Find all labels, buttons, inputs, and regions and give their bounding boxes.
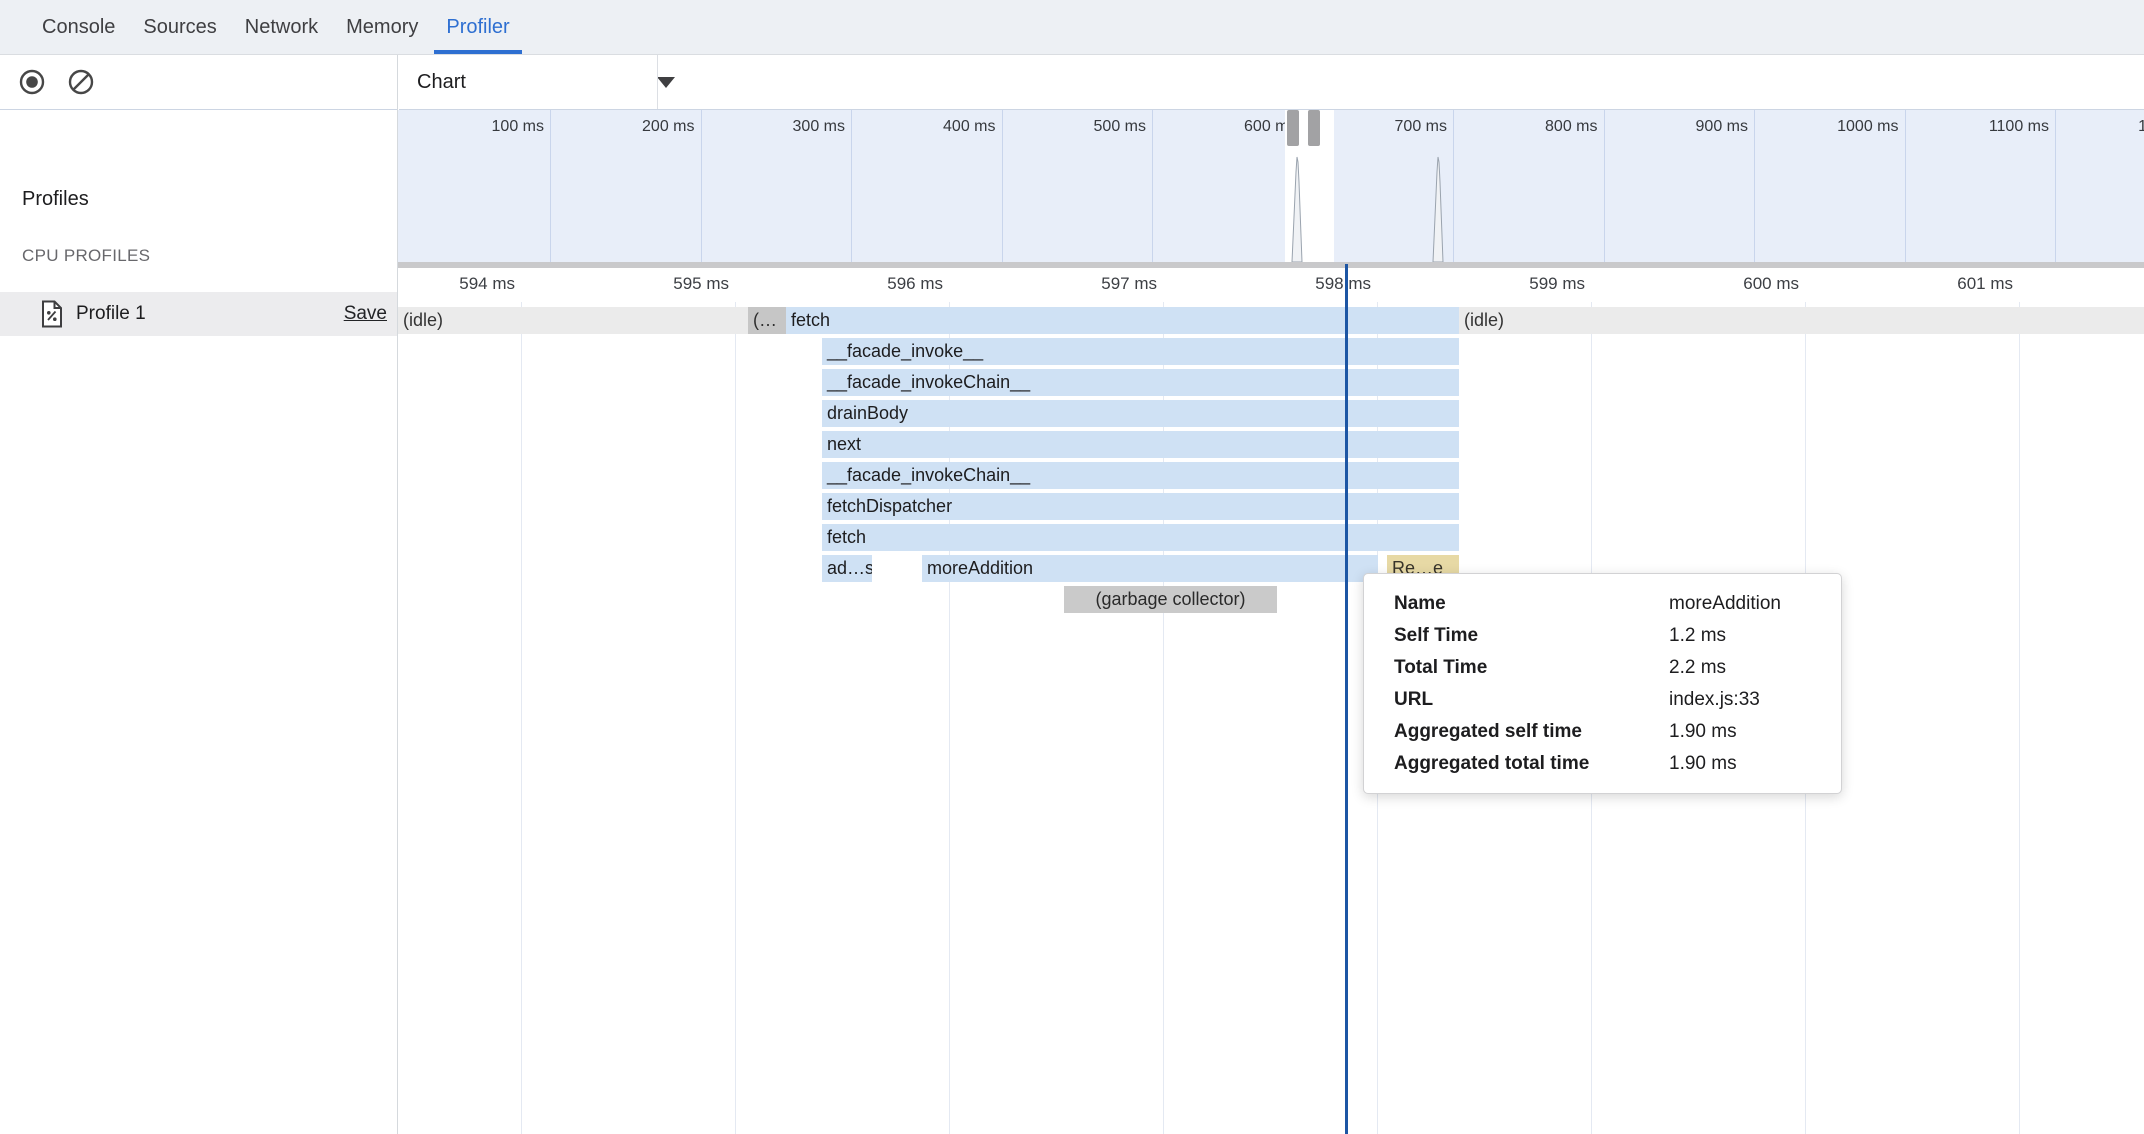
tooltip-row: Self Time1.2 ms bbox=[1394, 620, 1841, 652]
tab-network[interactable]: Network bbox=[231, 0, 332, 54]
chart-toolbar: Chart bbox=[399, 55, 2144, 110]
tooltip-value: 1.90 ms bbox=[1669, 753, 1841, 775]
flame-chart: (idle)(…fetch(idle)__facade_invoke____fa… bbox=[398, 302, 2144, 1134]
chart-view-label: Chart bbox=[417, 71, 466, 94]
flame-bar-next[interactable]: next bbox=[822, 431, 1459, 458]
tooltip-label: URL bbox=[1394, 689, 1669, 711]
chart-view-select[interactable]: Chart bbox=[417, 55, 675, 109]
playhead-line[interactable] bbox=[1345, 264, 1348, 1134]
ruler-tick-label: 599 ms bbox=[1465, 274, 1585, 294]
dropdown-caret-icon bbox=[657, 77, 675, 88]
tab-sources[interactable]: Sources bbox=[129, 0, 230, 54]
flame-bar-seg[interactable]: (… bbox=[748, 307, 786, 334]
flame-gridline bbox=[735, 302, 736, 1134]
detail-ruler: 594 ms 595 ms 596 ms 597 ms 598 ms 599 ms 600 … bbox=[398, 268, 2144, 302]
tooltip-row: Total Time2.2 ms bbox=[1394, 652, 1841, 684]
flame-bar-facade-invoke[interactable]: __facade_invoke__ bbox=[822, 338, 1459, 365]
cpu-spike bbox=[1292, 157, 1302, 262]
tooltip-row: NamemoreAddition bbox=[1394, 588, 1841, 620]
profile-item[interactable]: Profile 1 Save bbox=[0, 292, 397, 336]
flame-bar-facade-invokechain[interactable]: __facade_invokeChain__ bbox=[822, 369, 1459, 396]
ruler-tick-label: 598 ms bbox=[1251, 274, 1371, 294]
flame-bar-fetchdispatcher[interactable]: fetchDispatcher bbox=[822, 493, 1459, 520]
clear-button[interactable] bbox=[67, 68, 95, 96]
profiles-heading: Profiles bbox=[22, 188, 89, 211]
toolbar-divider bbox=[657, 55, 658, 109]
tooltip-label: Aggregated total time bbox=[1394, 753, 1669, 775]
tooltip-row: URLindex.js:33 bbox=[1394, 684, 1841, 716]
tooltip-label: Total Time bbox=[1394, 657, 1669, 679]
flame-bar-drainbody[interactable]: drainBody bbox=[822, 400, 1459, 427]
flame-bar-idle[interactable]: (idle) bbox=[1459, 307, 2144, 334]
profiler-toolbar bbox=[0, 55, 397, 110]
flame-bar-fetch[interactable]: fetch bbox=[822, 524, 1459, 551]
clear-icon bbox=[67, 68, 95, 96]
ruler-tick-label: 600 ms bbox=[1679, 274, 1799, 294]
tooltip-value: moreAddition bbox=[1669, 593, 1841, 615]
ruler-tick-label: 601 ms bbox=[1893, 274, 2013, 294]
ruler-tick-label: 594 ms bbox=[398, 274, 515, 294]
tooltip-value: 1.90 ms bbox=[1669, 721, 1841, 743]
cpu-spike bbox=[1433, 157, 1443, 262]
flame-bar-garbage-collector[interactable]: (garbage collector) bbox=[1064, 586, 1277, 613]
tooltip-label: Aggregated self time bbox=[1394, 721, 1669, 743]
call-details-tooltip: NamemoreAdditionSelf Time1.2 msTotal Tim… bbox=[1363, 573, 1842, 794]
profile-name: Profile 1 bbox=[76, 303, 344, 325]
tab-memory[interactable]: Memory bbox=[332, 0, 432, 54]
record-button[interactable] bbox=[18, 68, 46, 96]
flame-bar-fetch[interactable]: fetch bbox=[786, 307, 1459, 334]
devtools-tabbar: ConsoleSourcesNetworkMemoryProfiler bbox=[0, 0, 2144, 55]
cpu-usage-spikes bbox=[398, 110, 2144, 262]
ruler-tick-label: 595 ms bbox=[609, 274, 729, 294]
timeline-overview[interactable]: 100 ms200 ms300 ms400 ms500 ms600 ms700 … bbox=[398, 110, 2144, 262]
sidebar: Profiles CPU PROFILES Profile 1 Save bbox=[0, 55, 398, 1134]
ruler-tick-label: 597 ms bbox=[1037, 274, 1157, 294]
flame-gridline bbox=[2019, 302, 2020, 1134]
tooltip-row: Aggregated self time1.90 ms bbox=[1394, 716, 1841, 748]
tooltip-value: 1.2 ms bbox=[1669, 625, 1841, 647]
flame-bar-idle[interactable]: (idle) bbox=[398, 307, 748, 334]
profile-document-icon bbox=[41, 300, 63, 328]
tooltip-row: Aggregated total time1.90 ms bbox=[1394, 748, 1841, 780]
tab-console[interactable]: Console bbox=[28, 0, 129, 54]
record-icon bbox=[18, 68, 46, 96]
flame-bar-ad-s[interactable]: ad…s bbox=[822, 555, 872, 582]
tooltip-value: index.js:33 bbox=[1669, 689, 1841, 711]
web-inspector-window: ConsoleSourcesNetworkMemoryProfiler Prof… bbox=[0, 0, 2144, 1134]
save-link[interactable]: Save bbox=[344, 303, 387, 325]
tooltip-label: Self Time bbox=[1394, 625, 1669, 647]
flame-bar-facade-invokechain[interactable]: __facade_invokeChain__ bbox=[822, 462, 1459, 489]
tooltip-label: Name bbox=[1394, 593, 1669, 615]
ruler-tick-label: 596 ms bbox=[823, 274, 943, 294]
cpu-profiles-heading: CPU PROFILES bbox=[22, 246, 150, 266]
flame-bar-moreaddition[interactable]: moreAddition bbox=[922, 555, 1378, 582]
tab-profiler[interactable]: Profiler bbox=[432, 0, 523, 54]
flame-gridline bbox=[521, 302, 522, 1134]
tooltip-value: 2.2 ms bbox=[1669, 657, 1841, 679]
